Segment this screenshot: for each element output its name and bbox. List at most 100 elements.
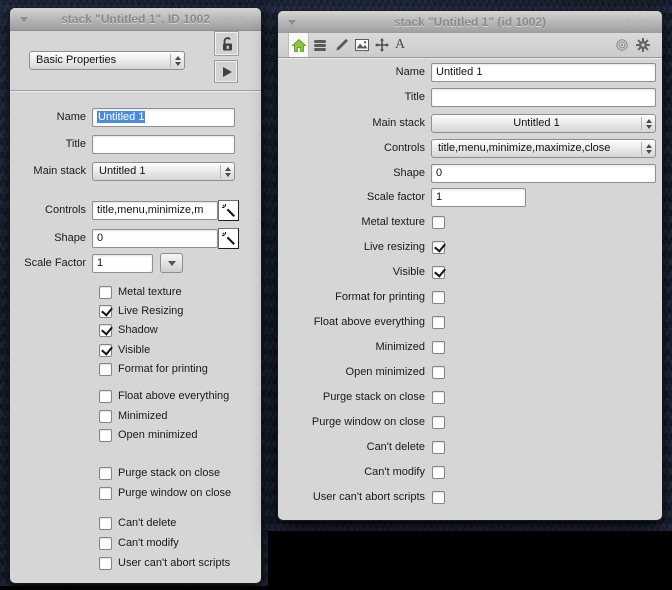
shadow-checkbox[interactable] — [99, 324, 112, 337]
checkbox-label: Minimized — [118, 410, 168, 422]
float-above-everything-checkbox[interactable] — [432, 316, 445, 329]
checkbox-label: Can't delete — [118, 517, 176, 529]
metal-texture-checkbox[interactable] — [99, 286, 112, 299]
can-t-delete-checkbox[interactable] — [432, 441, 445, 454]
title-field[interactable] — [92, 135, 235, 154]
metal-texture-checkbox[interactable] — [432, 216, 445, 229]
stepper-arrows[interactable] — [220, 165, 231, 178]
open-minimized-checkbox[interactable] — [99, 429, 112, 442]
select-object-button[interactable] — [612, 33, 632, 57]
scale-factor-field[interactable]: 1 — [92, 254, 153, 273]
play-button[interactable] — [214, 60, 238, 83]
can-t-modify-checkbox[interactable] — [99, 537, 112, 550]
purge-window-on-close-checkbox[interactable] — [432, 416, 445, 429]
main-stack-value: Untitled 1 — [99, 165, 145, 177]
visible-checkbox[interactable] — [432, 266, 445, 279]
checkbox-row: User can't abort scripts — [99, 555, 230, 571]
controls-combo[interactable]: title,menu,minimize,maximize,close — [431, 139, 656, 158]
open-minimized-checkbox[interactable] — [432, 366, 445, 379]
checkbox-label: Can't modify — [118, 537, 179, 549]
titlebar[interactable]: stack "Untitled 1", ID 1002 + × — [10, 8, 261, 31]
name-label: Name — [14, 108, 86, 127]
name-field[interactable]: Untitled 1 — [92, 108, 235, 127]
inspector-header: Basic Properties — [10, 30, 261, 91]
minimized-checkbox[interactable] — [432, 341, 445, 354]
checkbox-row: User can't abort scripts — [284, 489, 445, 505]
home-icon — [292, 39, 306, 52]
tab-text[interactable]: A — [390, 33, 410, 57]
checkbox-row: Purge window on close — [99, 485, 231, 501]
stepper-arrows[interactable] — [641, 142, 652, 155]
purge-stack-on-close-checkbox[interactable] — [99, 467, 112, 480]
controls-value: title,menu,minimize,maximize,close — [438, 142, 610, 154]
checkbox-row: Metal texture — [99, 284, 182, 300]
checkbox-row: Live resizing — [284, 239, 445, 255]
checkbox-row: Can't modify — [284, 464, 445, 480]
property-set-dropdown[interactable]: Basic Properties — [29, 51, 185, 70]
main-stack-dropdown[interactable]: Untitled 1 — [431, 114, 656, 133]
checkbox-row: Purge window on close — [284, 414, 445, 430]
settings-button[interactable] — [633, 33, 653, 57]
checkbox-label: Metal texture — [284, 216, 425, 228]
controls-label: Controls — [14, 201, 86, 220]
checkbox-row: Format for printing — [284, 289, 445, 305]
user-can-t-abort-scripts-checkbox[interactable] — [432, 491, 445, 504]
stepper-arrows[interactable] — [170, 54, 181, 67]
tab-basic-properties[interactable] — [288, 33, 309, 57]
tab-position[interactable] — [372, 33, 392, 57]
titlebar[interactable]: stack "Untitled 1" (id 1002) + × — [278, 11, 662, 34]
controls-edit-button[interactable] — [218, 200, 239, 221]
checkbox-label: Purge window on close — [118, 487, 231, 499]
close-icon[interactable]: × — [237, 8, 245, 30]
collapse-triangle-icon[interactable] — [288, 20, 296, 25]
checkbox-label: Purge window on close — [284, 416, 425, 428]
checkbox-label: Live Resizing — [118, 305, 183, 317]
format-for-printing-checkbox[interactable] — [432, 291, 445, 304]
minimized-checkbox[interactable] — [99, 410, 112, 423]
scale-factor-dropdown-button[interactable] — [160, 253, 183, 273]
tab-graphics[interactable] — [352, 33, 372, 57]
can-t-modify-checkbox[interactable] — [432, 466, 445, 479]
format-for-printing-checkbox[interactable] — [99, 363, 112, 376]
checkbox-row: Live Resizing — [99, 303, 183, 319]
tab-edit[interactable] — [332, 33, 352, 57]
checkbox-label: Visible — [284, 266, 425, 278]
checkbox-row: Purge stack on close — [99, 465, 220, 481]
live-resizing-checkbox[interactable] — [99, 305, 112, 318]
plus-icon[interactable]: + — [625, 11, 633, 33]
unlock-icon — [219, 36, 234, 51]
title-field[interactable] — [431, 88, 656, 107]
live-resizing-checkbox[interactable] — [432, 241, 445, 254]
controls-field[interactable]: title,menu,minimize,m — [92, 201, 218, 220]
checkbox-label: Float above everything — [284, 316, 425, 328]
checkbox-label: Float above everything — [118, 390, 229, 402]
name-label: Name — [284, 63, 425, 82]
gear-icon — [636, 38, 650, 52]
tab-layers[interactable] — [310, 33, 330, 57]
collapse-triangle-icon[interactable] — [20, 17, 28, 22]
shape-field[interactable]: 0 — [431, 164, 656, 183]
lock-button[interactable] — [214, 31, 239, 56]
close-icon[interactable]: × — [639, 11, 647, 33]
visible-checkbox[interactable] — [99, 344, 112, 357]
shape-field[interactable]: 0 — [92, 229, 218, 248]
shape-edit-button[interactable] — [218, 228, 239, 249]
scale-factor-field[interactable]: 1 — [431, 188, 526, 207]
title-label: Title — [14, 135, 86, 154]
checkbox-row: Open minimized — [284, 364, 445, 380]
main-stack-value: Untitled 1 — [513, 117, 559, 129]
stepper-arrows[interactable] — [641, 117, 652, 130]
name-field[interactable]: Untitled 1 — [431, 63, 656, 82]
purge-window-on-close-checkbox[interactable] — [99, 487, 112, 500]
can-t-delete-checkbox[interactable] — [99, 517, 112, 530]
checkbox-row: Minimized — [99, 408, 168, 424]
checkbox-row: Visible — [284, 264, 445, 280]
stack-inspector-window: stack "Untitled 1" (id 1002) + × — [278, 11, 662, 520]
purge-stack-on-close-checkbox[interactable] — [432, 391, 445, 404]
magic-wand-icon — [221, 203, 237, 219]
user-can-t-abort-scripts-checkbox[interactable] — [99, 557, 112, 570]
main-stack-dropdown[interactable]: Untitled 1 — [92, 162, 235, 181]
float-above-everything-checkbox[interactable] — [99, 390, 112, 403]
checkbox-row: Format for printing — [99, 361, 208, 377]
plus-icon[interactable]: + — [223, 8, 231, 30]
